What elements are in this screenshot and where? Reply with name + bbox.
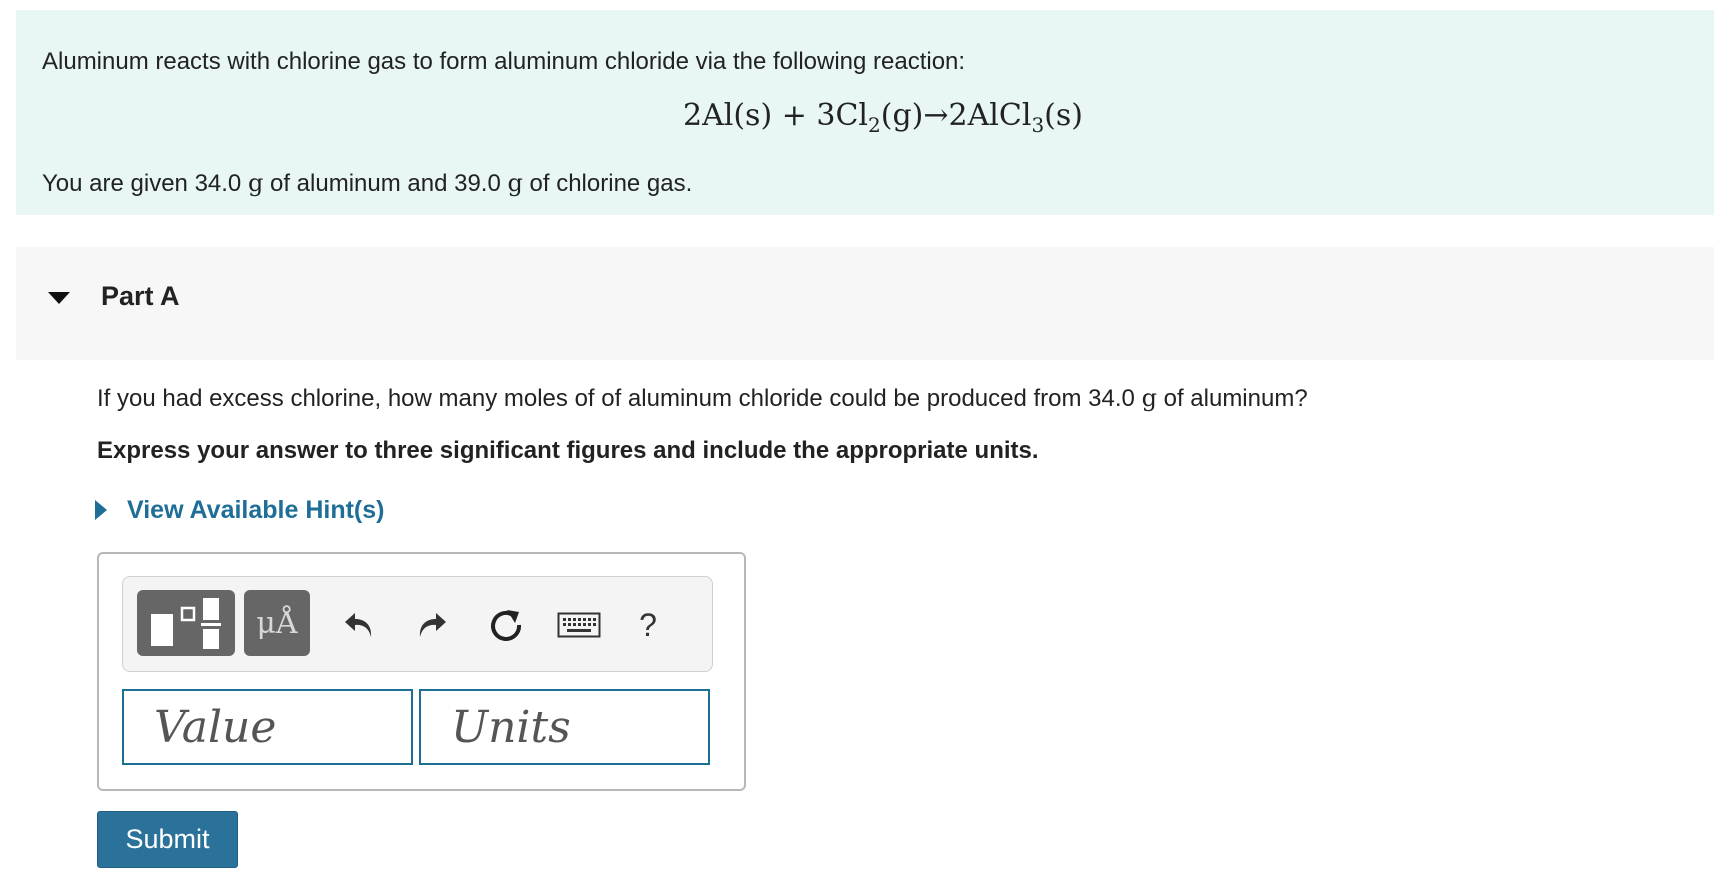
templates-icon [151,598,221,649]
eq-arrow: → [923,98,949,133]
reset-icon[interactable] [487,607,525,643]
redo-icon[interactable] [414,607,450,643]
units-icon: μÅ [256,605,298,641]
templates-button[interactable] [137,590,235,656]
hint-label: View Available Hint(s) [127,495,385,524]
keyboard-icon[interactable] [557,607,601,643]
instruction-text: Express your answer to three significant… [97,437,1039,464]
units-input[interactable] [419,689,710,765]
reaction-equation: 2Al(s) + 3Cl2(g)→2AlCl3(s) [16,98,1714,137]
part-header[interactable]: Part A [16,247,1714,360]
intro-text: Aluminum reacts with chlorine gas to for… [42,48,966,75]
problem-intro: Aluminum reacts with chlorine gas to for… [16,10,1714,215]
view-hints-link[interactable]: View Available Hint(s) [93,494,384,526]
eq-product: 2AlCl3(s) [948,98,1083,137]
math-toolbar: μÅ ? [122,576,713,672]
submit-button[interactable]: Submit [97,811,238,868]
help-icon[interactable]: ? [633,607,663,643]
eq-reactant1: 2Al(s) [683,98,773,133]
given-text: You are given 34.0 g of aluminum and 39.… [42,169,693,197]
undo-icon[interactable] [341,607,377,643]
collapse-triangle-icon[interactable] [45,286,73,310]
expand-triangle-icon [93,498,109,522]
units-button[interactable]: μÅ [244,590,310,656]
value-input[interactable] [122,689,413,765]
part-title: Part A [101,281,180,311]
answer-box: μÅ ? Value Units [97,552,746,791]
eq-reactant2: 3Cl2(g) [816,98,924,137]
question-text: If you had excess chlorine, how many mol… [97,384,1308,412]
eq-plus: + [781,98,807,133]
